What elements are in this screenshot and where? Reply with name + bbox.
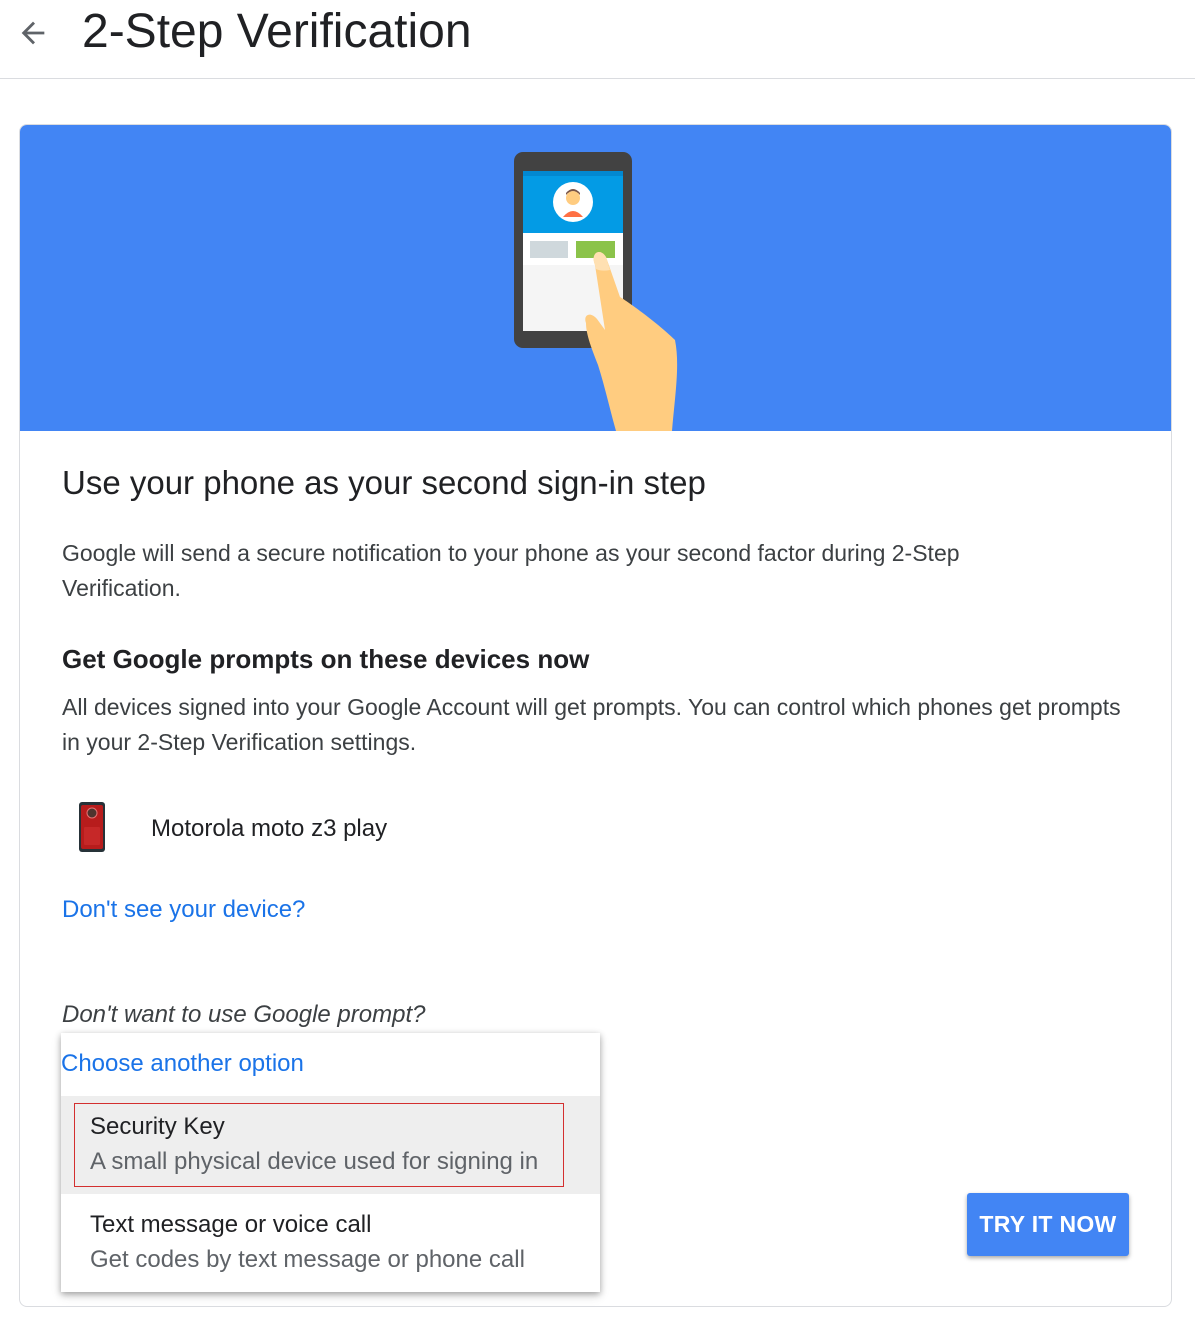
phone-tap-illustration — [514, 152, 678, 431]
devices-heading: Get Google prompts on these devices now — [62, 644, 590, 674]
option-sublabel: A small physical device used for signing… — [90, 1148, 539, 1175]
card-title: Use your phone as your second sign-in st… — [62, 464, 706, 501]
option-label: Text message or voice call — [90, 1211, 372, 1238]
device-name: Motorola moto z3 play — [151, 815, 388, 842]
card-description: Google will send a secure notification t… — [62, 540, 960, 601]
missing-device-link[interactable]: Don't see your device? — [62, 893, 305, 927]
device-item: Motorola moto z3 play — [62, 795, 662, 867]
back-button[interactable] — [10, 10, 56, 56]
choose-another-option-link[interactable]: Choose another option — [61, 1047, 304, 1081]
devices-description: All devices signed into your Google Acco… — [62, 694, 1121, 755]
try-it-now-button[interactable]: TRY IT NOW — [967, 1193, 1129, 1256]
smartphone-icon — [79, 802, 105, 852]
option-text-message[interactable]: Text message or voice call Get codes by … — [61, 1194, 600, 1292]
hero-banner — [20, 125, 1171, 431]
option-label: Security Key — [90, 1113, 225, 1140]
alternative-question: Don't want to use Google prompt? — [62, 1001, 426, 1028]
arrow-back-icon — [21, 21, 45, 45]
option-sublabel: Get codes by text message or phone call — [90, 1246, 525, 1273]
page-title: 2-Step Verification — [82, 5, 472, 58]
app-header: 2-Step Verification — [0, 0, 1195, 79]
option-security-key[interactable]: Security Key A small physical device use… — [61, 1096, 600, 1194]
another-option-menu: Choose another option Security Key A sma… — [61, 1033, 600, 1292]
